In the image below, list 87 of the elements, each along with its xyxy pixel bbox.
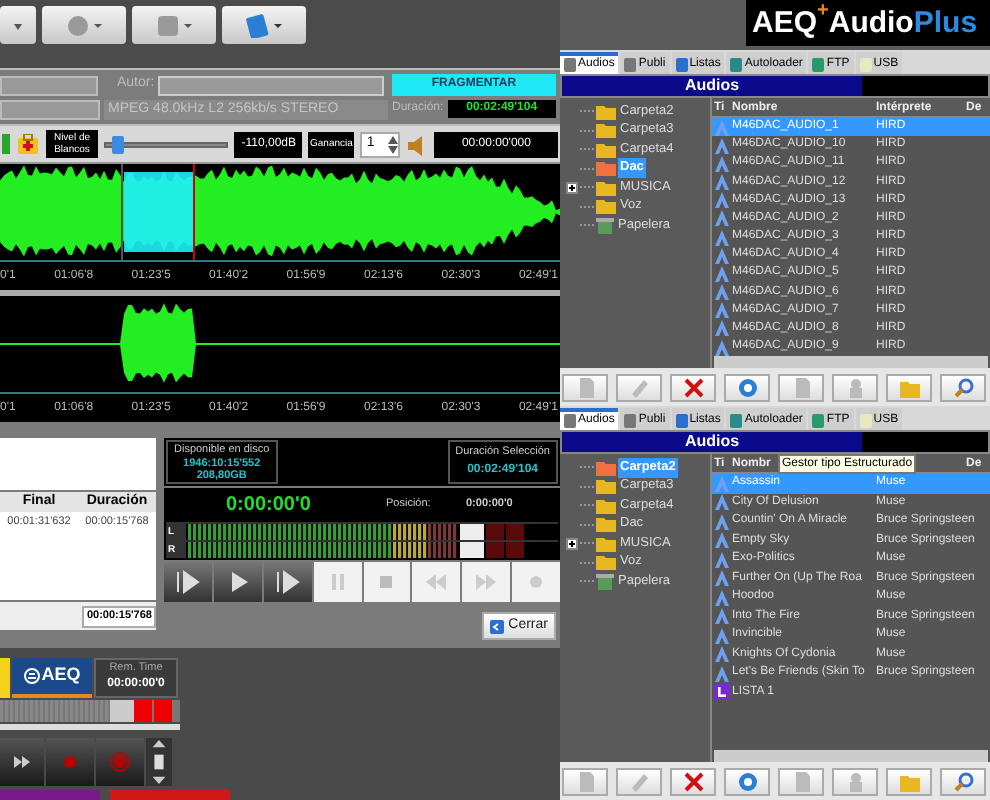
play-button[interactable] [213,562,262,602]
document-button[interactable] [778,767,824,795]
document-icon [575,771,595,791]
search-button[interactable] [940,767,986,795]
eraser-button[interactable] [616,767,662,795]
folder-button[interactable] [886,373,932,401]
stop-button[interactable] [363,562,411,602]
folder-icon [899,771,919,791]
exit-icon [490,619,505,633]
record-dropdown-button[interactable] [42,6,126,44]
fast-forward-button[interactable] [0,738,44,786]
tab-icon [564,414,576,428]
header-bar [862,76,988,96]
document-icon [575,377,595,397]
status-indicator [2,134,10,154]
search-icon [953,377,973,397]
tab-icon [564,58,576,72]
pause-button[interactable] [313,562,361,602]
rewind-icon [424,570,449,594]
brand-logo: AEQ+AudioPlus [746,0,990,46]
folder-button[interactable] [886,767,932,795]
tab-icon [624,58,637,72]
search-button[interactable] [940,373,986,401]
square-icon [154,13,194,37]
tab-icon [675,58,688,72]
horizontal-scrollbar[interactable] [714,750,988,762]
delete-icon [683,377,703,397]
disc-icon [737,377,757,397]
disc-button[interactable] [724,767,770,795]
slider-thumb[interactable] [112,135,125,153]
play-from-start-icon [175,570,200,594]
trash-bin-icon [596,573,614,590]
logo-icon [23,668,40,684]
tab-icon [730,58,743,72]
play-from-start-button[interactable] [164,562,212,602]
segment-name-field[interactable] [0,438,156,490]
tab-icon [859,58,872,72]
list-type-icon [713,684,729,701]
document-icon [791,377,811,397]
tab-icon [812,58,825,72]
folder-icon [899,377,919,397]
delete-button[interactable] [670,373,716,401]
first-aid-kit-icon [16,133,40,155]
disc-icon [737,771,757,791]
record-icon [110,752,130,772]
spinner-arrows-icon [388,135,399,153]
rewind-button[interactable] [412,562,461,602]
header-bar [862,432,988,452]
eraser-button[interactable] [616,373,662,401]
logo-text: AEQ [41,662,81,689]
scroll-arrows-icon [150,740,168,784]
search-icon [953,771,973,791]
delete-icon [683,771,703,791]
time-display: 0:00:00'0 [226,492,313,520]
document-button[interactable] [778,373,824,401]
fast-forward-icon [12,752,32,772]
eraser-icon [629,771,649,791]
stop-dropdown-button[interactable] [132,6,216,44]
document-button[interactable] [562,373,608,401]
title-field[interactable] [0,75,99,96]
record-button[interactable] [512,562,560,602]
channel-indicator [0,658,10,698]
tab-icon [624,414,637,428]
tab-icon [812,414,825,428]
panel-header: Audios [562,76,862,96]
scroll-control[interactable] [146,738,172,786]
fast-forward-icon [474,570,499,594]
disc-button[interactable] [724,373,770,401]
horizontal-scrollbar[interactable] [714,356,988,369]
play-selection-icon [275,570,300,594]
document-icon [791,771,811,791]
author-field[interactable] [158,75,384,96]
circle-icon [64,13,104,37]
delete-button[interactable] [670,767,716,795]
name-field[interactable] [0,99,100,120]
tab-icon [859,414,872,428]
tab-icon [675,414,688,428]
trash-bin-icon [596,217,614,234]
record-icon [60,752,80,772]
tab-icon [730,414,743,428]
document-button[interactable] [562,767,608,795]
eraser-icon [629,377,649,397]
panel-header: Audios [562,432,862,452]
help-dropdown-button[interactable] [222,6,306,44]
dropdown-button[interactable] [0,6,36,44]
play-selection-button[interactable] [263,562,312,602]
book-icon [244,13,284,37]
